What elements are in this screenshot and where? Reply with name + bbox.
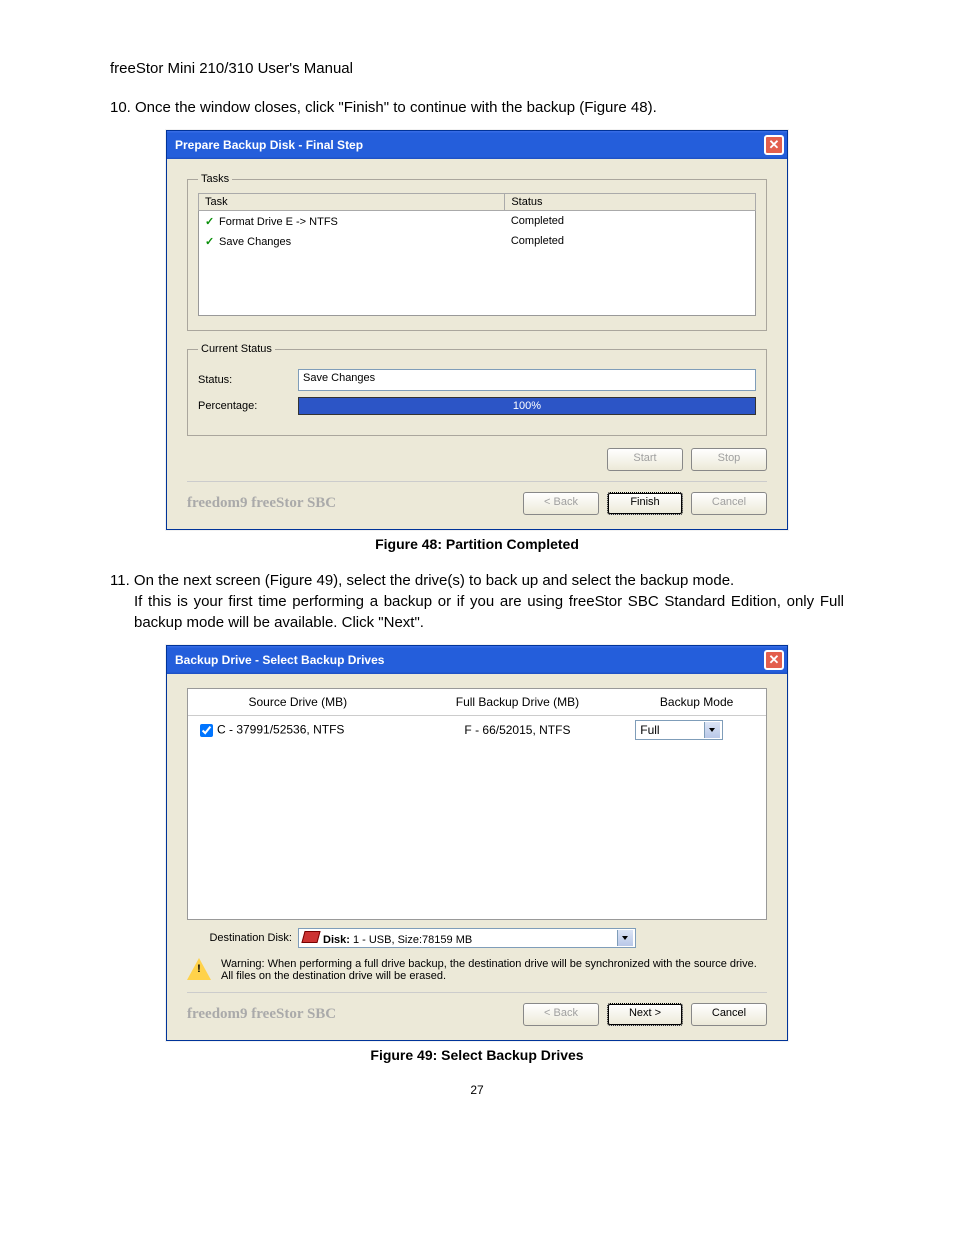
backup-mode-select[interactable]: Full <box>635 720 723 740</box>
progress-bar: 100% <box>298 397 756 415</box>
task-text: Save Changes <box>219 236 291 248</box>
check-icon: ✓ <box>205 235 219 248</box>
brand-label: freedom9 freeStor SBC <box>187 1006 336 1023</box>
figure-48-caption: Figure 48: Partition Completed <box>110 536 844 552</box>
figure-49-caption: Figure 49: Select Backup Drives <box>110 1047 844 1063</box>
dialog-prepare-backup: Prepare Backup Disk - Final Step ✕ Tasks… <box>166 130 788 530</box>
percentage-label: Percentage: <box>198 400 298 412</box>
chevron-down-icon <box>704 722 720 738</box>
cancel-button[interactable]: Cancel <box>691 1003 767 1026</box>
disk-icon <box>301 931 320 943</box>
table-row: ✓Save Changes Completed <box>199 231 756 251</box>
tasks-col-task: Task <box>199 194 505 211</box>
col-full-backup-drive: Full Backup Drive (MB) <box>408 689 628 716</box>
table-row: ✓Format Drive E -> NTFS Completed <box>199 211 756 232</box>
titlebar: Backup Drive - Select Backup Drives ✕ <box>167 646 787 674</box>
chevron-down-icon <box>617 930 633 946</box>
drives-list: Source Drive (MB) Full Backup Drive (MB)… <box>187 688 767 920</box>
start-button: Start <box>607 448 683 471</box>
col-source-drive: Source Drive (MB) <box>188 689 408 716</box>
tasks-legend: Tasks <box>198 173 232 185</box>
close-icon[interactable]: ✕ <box>764 135 784 155</box>
current-status-group: Current Status Status: Save Changes Perc… <box>187 343 767 436</box>
task-status: Completed <box>505 231 756 251</box>
tasks-group: Tasks Task Status ✓Format Drive E -> NTF… <box>187 173 767 331</box>
next-button[interactable]: Next > <box>607 1003 683 1026</box>
source-drive-text: C - 37991/52536, NTFS <box>217 722 344 736</box>
stop-button: Stop <box>691 448 767 471</box>
dialog-title: Prepare Backup Disk - Final Step <box>175 138 363 152</box>
dialog-title: Backup Drive - Select Backup Drives <box>175 653 384 667</box>
page-number: 27 <box>110 1083 844 1097</box>
back-button: < Back <box>523 1003 599 1026</box>
back-button: < Back <box>523 492 599 515</box>
warning-text: Warning: When performing a full drive ba… <box>221 958 767 982</box>
status-label: Status: <box>198 374 298 386</box>
cancel-button: Cancel <box>691 492 767 515</box>
tasks-col-status: Status <box>505 194 756 211</box>
warning-row: ! Warning: When performing a full drive … <box>187 958 767 982</box>
step-10: 10. Once the window closes, click "Finis… <box>110 97 844 118</box>
tasks-table: Task Status ✓Format Drive E -> NTFS Comp… <box>198 193 756 316</box>
finish-button[interactable]: Finish <box>607 492 683 515</box>
task-text: Format Drive E -> NTFS <box>219 216 338 228</box>
current-status-legend: Current Status <box>198 343 275 355</box>
destination-disk-select[interactable]: Disk: Disk: 1 - USB, Size:78159 MB1 - US… <box>298 928 636 948</box>
col-backup-mode: Backup Mode <box>627 689 766 716</box>
destination-disk-label: Destination Disk: <box>187 932 292 944</box>
titlebar: Prepare Backup Disk - Final Step ✕ <box>167 131 787 159</box>
dialog-select-backup-drives: Backup Drive - Select Backup Drives ✕ So… <box>166 645 788 1041</box>
brand-label: freedom9 freeStor SBC <box>187 495 336 512</box>
check-icon: ✓ <box>205 215 219 228</box>
close-icon[interactable]: ✕ <box>764 650 784 670</box>
step-11: 11. On the next screen (Figure 49), sele… <box>110 570 844 633</box>
warning-icon: ! <box>187 958 211 980</box>
table-row: C - 37991/52536, NTFS F - 66/52015, NTFS… <box>188 716 766 745</box>
page-header: freeStor Mini 210/310 User's Manual <box>110 60 844 77</box>
status-value: Save Changes <box>298 369 756 391</box>
task-status: Completed <box>505 211 756 232</box>
source-drive-checkbox[interactable] <box>200 724 213 737</box>
full-backup-drive-text: F - 66/52015, NTFS <box>408 716 628 745</box>
